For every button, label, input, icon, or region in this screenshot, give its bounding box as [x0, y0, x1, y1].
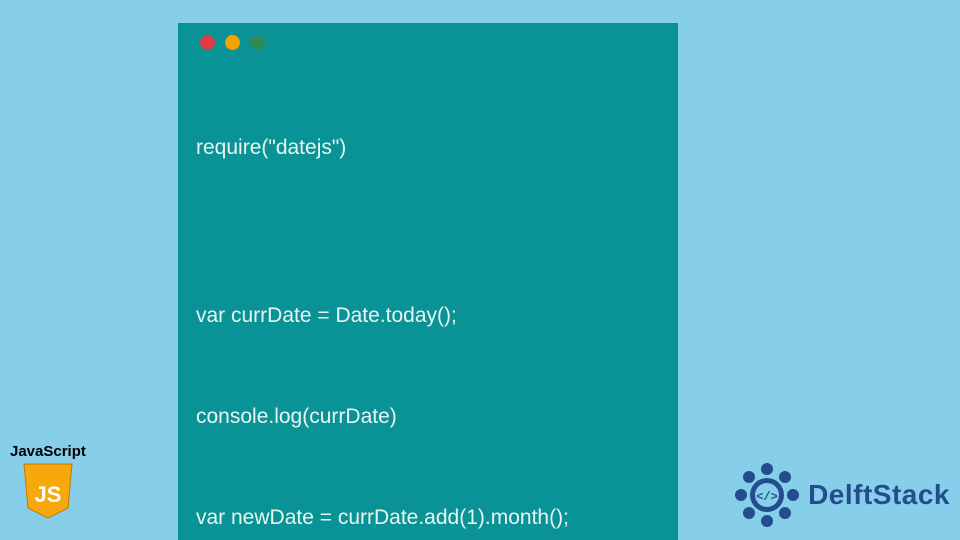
code-line: require("datejs")	[196, 131, 660, 165]
delftstack-logo: </> DelftStack	[732, 460, 950, 530]
maximize-icon	[250, 35, 265, 50]
code-line: console.log(currDate)	[196, 400, 660, 434]
js-shield-letters: JS	[34, 482, 61, 507]
javascript-label: JavaScript	[10, 443, 86, 460]
minimize-icon	[225, 35, 240, 50]
svg-text:</>: </>	[756, 490, 778, 504]
delftstack-icon: </>	[732, 460, 802, 530]
code-window: require("datejs") var currDate = Date.to…	[178, 23, 678, 540]
delftstack-text: DelftStack	[808, 479, 950, 511]
code-line: var newDate = currDate.add(1).month();	[196, 501, 660, 535]
close-icon	[200, 35, 215, 50]
javascript-badge: JavaScript JS	[10, 443, 86, 525]
code-line: var currDate = Date.today();	[196, 299, 660, 333]
javascript-shield-icon: JS	[22, 462, 74, 520]
window-controls	[200, 35, 660, 50]
code-body: require("datejs") var currDate = Date.to…	[196, 64, 660, 540]
